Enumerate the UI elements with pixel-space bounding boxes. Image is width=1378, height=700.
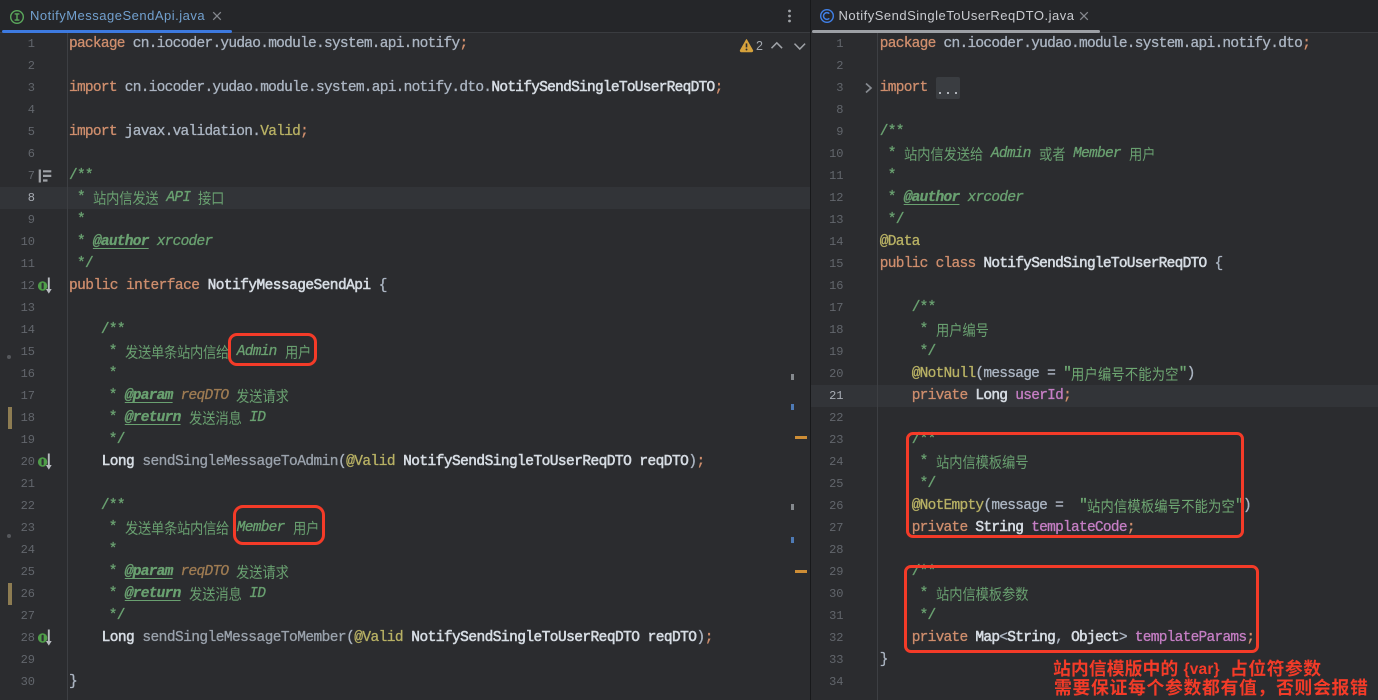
svg-text:2: 2 (756, 39, 763, 53)
